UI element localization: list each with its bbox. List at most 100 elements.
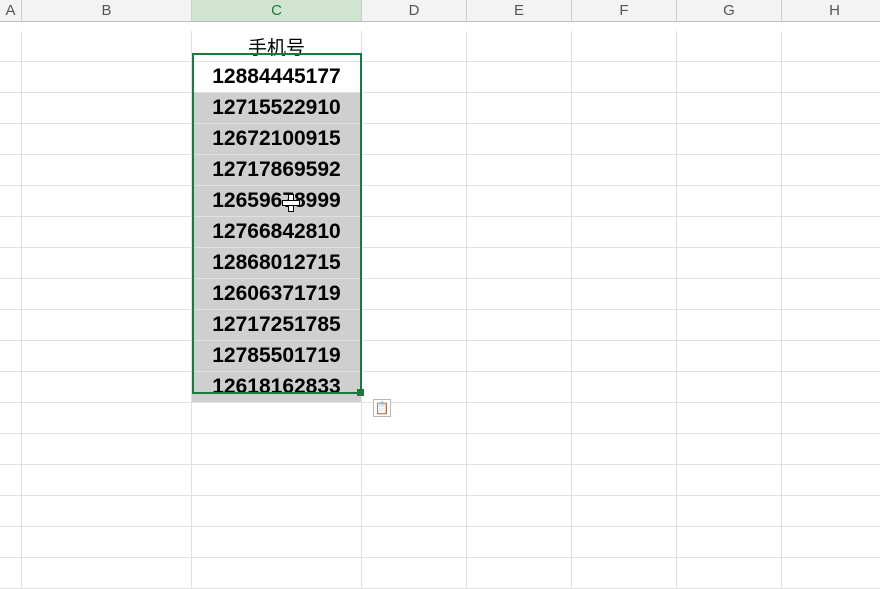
cell-H8[interactable] xyxy=(782,248,880,279)
cell-H3[interactable] xyxy=(782,93,880,124)
cell-B6[interactable] xyxy=(22,186,192,217)
cell-C3[interactable]: 12715522910 xyxy=(192,93,362,124)
cell-H18[interactable] xyxy=(782,558,880,589)
cell-H6[interactable] xyxy=(782,186,880,217)
cell-E7[interactable] xyxy=(467,217,572,248)
cell-A12[interactable] xyxy=(0,372,22,403)
cell-E18[interactable] xyxy=(467,558,572,589)
cell-E8[interactable] xyxy=(467,248,572,279)
cell-E11[interactable] xyxy=(467,341,572,372)
cell-B10[interactable] xyxy=(22,310,192,341)
cell-F7[interactable] xyxy=(572,217,677,248)
cell-D17[interactable] xyxy=(362,527,467,558)
cell-H4[interactable] xyxy=(782,124,880,155)
column-header-H[interactable]: H xyxy=(782,0,880,22)
cell-H13[interactable] xyxy=(782,403,880,434)
cell-D8[interactable] xyxy=(362,248,467,279)
cell-F13[interactable] xyxy=(572,403,677,434)
cell-E9[interactable] xyxy=(467,279,572,310)
cell-D16[interactable] xyxy=(362,496,467,527)
cell-C15[interactable] xyxy=(192,465,362,496)
cell-B4[interactable] xyxy=(22,124,192,155)
cell-A4[interactable] xyxy=(0,124,22,155)
cell-G16[interactable] xyxy=(677,496,782,527)
cell-C13[interactable] xyxy=(192,403,362,434)
cell-B1[interactable] xyxy=(22,31,192,62)
cell-D1[interactable] xyxy=(362,31,467,62)
cell-D15[interactable] xyxy=(362,465,467,496)
cell-C5[interactable]: 12717869592 xyxy=(192,155,362,186)
cell-A10[interactable] xyxy=(0,310,22,341)
cell-B5[interactable] xyxy=(22,155,192,186)
cell-H17[interactable] xyxy=(782,527,880,558)
cell-A7[interactable] xyxy=(0,217,22,248)
column-header-D[interactable]: D xyxy=(362,0,467,22)
cell-G3[interactable] xyxy=(677,93,782,124)
cell-E5[interactable] xyxy=(467,155,572,186)
cell-A9[interactable] xyxy=(0,279,22,310)
column-header-B[interactable]: B xyxy=(22,0,192,22)
cell-D10[interactable] xyxy=(362,310,467,341)
cell-F4[interactable] xyxy=(572,124,677,155)
cell-C18[interactable] xyxy=(192,558,362,589)
cell-E2[interactable] xyxy=(467,62,572,93)
cell-E6[interactable] xyxy=(467,186,572,217)
cell-C9[interactable]: 12606371719 xyxy=(192,279,362,310)
cell-B8[interactable] xyxy=(22,248,192,279)
cell-B14[interactable] xyxy=(22,434,192,465)
cell-G2[interactable] xyxy=(677,62,782,93)
cell-E16[interactable] xyxy=(467,496,572,527)
column-header-A[interactable]: A xyxy=(0,0,22,22)
cell-F1[interactable] xyxy=(572,31,677,62)
cell-D7[interactable] xyxy=(362,217,467,248)
cell-F5[interactable] xyxy=(572,155,677,186)
cell-B16[interactable] xyxy=(22,496,192,527)
cell-B18[interactable] xyxy=(22,558,192,589)
cell-F10[interactable] xyxy=(572,310,677,341)
cell-E14[interactable] xyxy=(467,434,572,465)
cell-D5[interactable] xyxy=(362,155,467,186)
cell-A2[interactable] xyxy=(0,62,22,93)
cell-G1[interactable] xyxy=(677,31,782,62)
cell-G17[interactable] xyxy=(677,527,782,558)
cell-H10[interactable] xyxy=(782,310,880,341)
cell-C11[interactable]: 12785501719 xyxy=(192,341,362,372)
cell-B11[interactable] xyxy=(22,341,192,372)
cell-G10[interactable] xyxy=(677,310,782,341)
cell-B7[interactable] xyxy=(22,217,192,248)
column-header-E[interactable]: E xyxy=(467,0,572,22)
cell-G8[interactable] xyxy=(677,248,782,279)
cell-A13[interactable] xyxy=(0,403,22,434)
cell-G5[interactable] xyxy=(677,155,782,186)
cell-D18[interactable] xyxy=(362,558,467,589)
cell-H14[interactable] xyxy=(782,434,880,465)
cell-F18[interactable] xyxy=(572,558,677,589)
cell-A14[interactable] xyxy=(0,434,22,465)
cell-H16[interactable] xyxy=(782,496,880,527)
cell-A3[interactable] xyxy=(0,93,22,124)
cell-D14[interactable] xyxy=(362,434,467,465)
cell-A5[interactable] xyxy=(0,155,22,186)
cell-B2[interactable] xyxy=(22,62,192,93)
cell-F9[interactable] xyxy=(572,279,677,310)
cell-H5[interactable] xyxy=(782,155,880,186)
cell-A17[interactable] xyxy=(0,527,22,558)
cell-C6[interactable]: 12659678999 xyxy=(192,186,362,217)
cell-F16[interactable] xyxy=(572,496,677,527)
cell-B15[interactable] xyxy=(22,465,192,496)
cell-G4[interactable] xyxy=(677,124,782,155)
cell-C12[interactable]: 12618162833 xyxy=(192,372,362,403)
cell-F12[interactable] xyxy=(572,372,677,403)
cell-A6[interactable] xyxy=(0,186,22,217)
cell-E1[interactable] xyxy=(467,31,572,62)
cell-E17[interactable] xyxy=(467,527,572,558)
cell-A11[interactable] xyxy=(0,341,22,372)
cell-F3[interactable] xyxy=(572,93,677,124)
cell-A1[interactable] xyxy=(0,31,22,62)
cell-F2[interactable] xyxy=(572,62,677,93)
cell-C10[interactable]: 12717251785 xyxy=(192,310,362,341)
cell-G14[interactable] xyxy=(677,434,782,465)
cell-D11[interactable] xyxy=(362,341,467,372)
cell-E4[interactable] xyxy=(467,124,572,155)
cell-A16[interactable] xyxy=(0,496,22,527)
